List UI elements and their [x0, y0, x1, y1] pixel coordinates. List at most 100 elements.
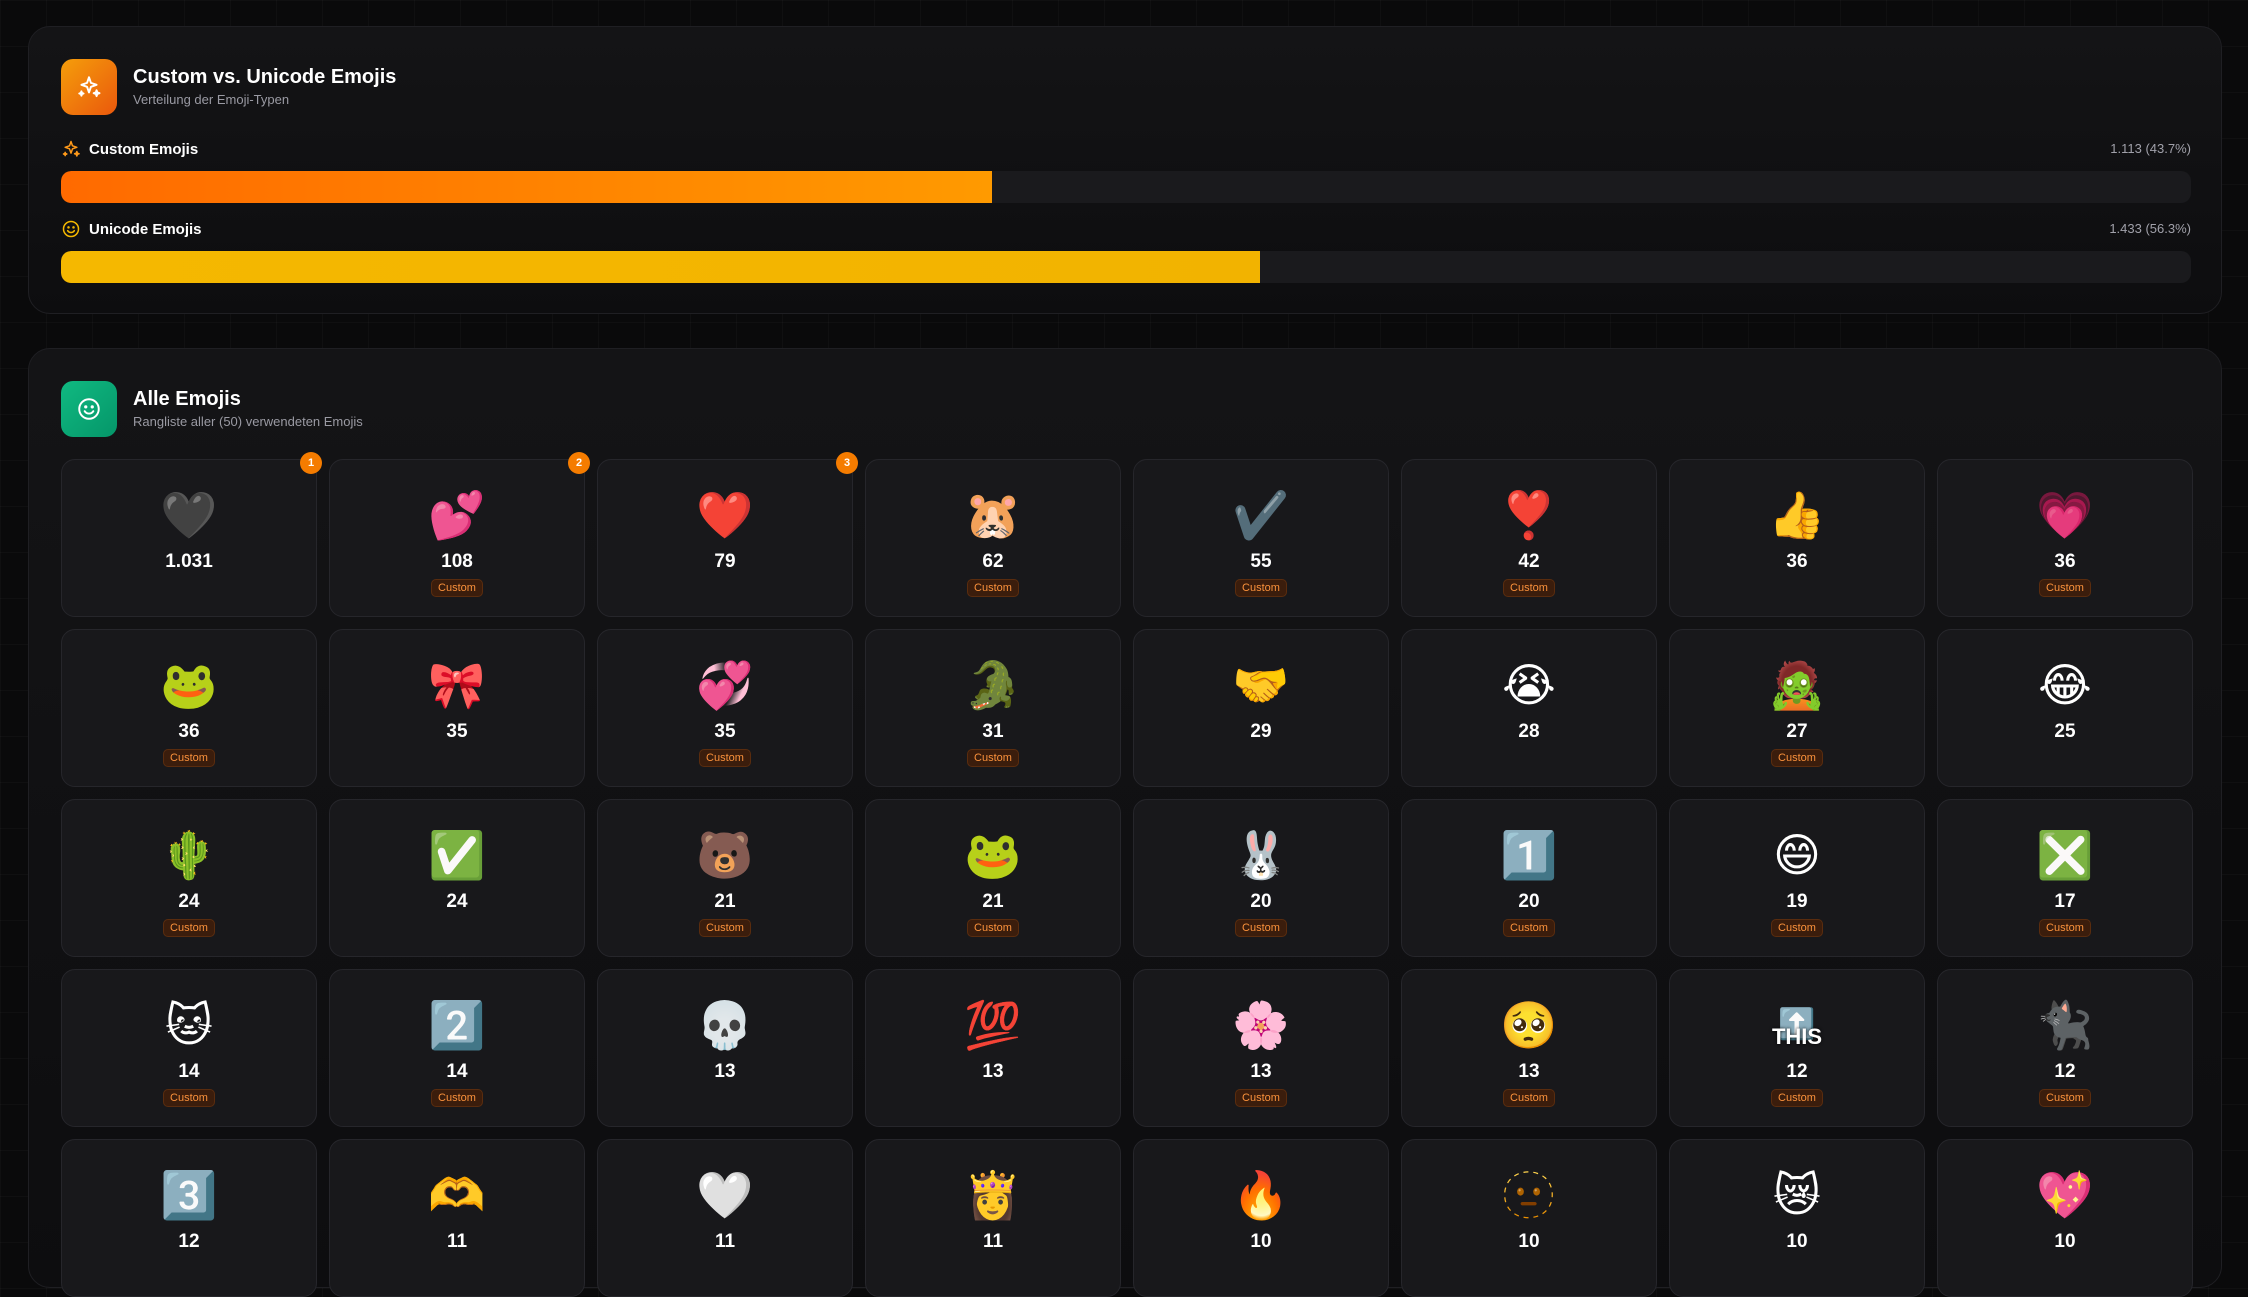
- unicode-emojis-label: Unicode Emojis: [89, 220, 202, 238]
- custom-badge: Custom: [1235, 579, 1287, 597]
- custom-emojis-value: 1.113 (43.7%): [2110, 141, 2191, 156]
- emoji-tile[interactable]: 1️⃣ 20 Custom: [1401, 799, 1657, 957]
- emoji-tile[interactable]: ⬆️ 12 Custom THIS: [1669, 969, 1925, 1127]
- emoji-tile[interactable]: 🐱 14 Custom: [61, 969, 317, 1127]
- emoji-tile[interactable]: 🫶 11: [329, 1139, 585, 1297]
- emoji-tile[interactable]: 🤍 11: [597, 1139, 853, 1297]
- sparkles-icon: [62, 140, 80, 157]
- emoji-image: 🤝: [1232, 659, 1290, 711]
- emoji-tile[interactable]: 🫥 10: [1401, 1139, 1657, 1297]
- emoji-image: 💞: [696, 659, 754, 711]
- emoji-tile[interactable]: 2️⃣ 14 Custom: [329, 969, 585, 1127]
- emoji-tile[interactable]: 🧟 27 Custom: [1669, 629, 1925, 787]
- unicode-emojis-bar-fill: [61, 251, 1261, 283]
- emoji-tile[interactable]: ✔️ 55 Custom: [1133, 459, 1389, 617]
- smile-icon: [62, 220, 80, 238]
- emoji-tile[interactable]: 🖤 1.031 1: [61, 452, 322, 617]
- emoji-tile[interactable]: 😿 10: [1669, 1139, 1925, 1297]
- emoji-image: 💗: [2036, 489, 2094, 541]
- emoji-image: 🐈‍⬛: [2036, 999, 2094, 1051]
- unicode-emojis-row: Unicode Emojis 1.433 (56.3%): [61, 219, 2191, 283]
- emoji-count: 12: [2054, 1061, 2076, 1082]
- custom-badge: Custom: [2039, 579, 2091, 597]
- emoji-image: 🐹: [964, 489, 1022, 541]
- emoji-tile[interactable]: 💀 13: [597, 969, 853, 1127]
- emoji-tile[interactable]: ❎ 17 Custom: [1937, 799, 2193, 957]
- emoji-count: 36: [2054, 551, 2076, 572]
- emoji-image: 1️⃣: [1500, 829, 1558, 881]
- custom-badge: Custom: [967, 919, 1019, 937]
- emoji-tile[interactable]: 💯 13: [865, 969, 1121, 1127]
- emoji-image: ✔️: [1232, 489, 1290, 541]
- emoji-count: 12: [1786, 1061, 1808, 1082]
- custom-badge: Custom: [2039, 919, 2091, 937]
- emoji-grid: 🖤 1.031 1 💕 108 Custom 2 ❤️ 79 3 🐹 62 Custom ✔️ 55 Cust…: [61, 452, 2193, 1297]
- emoji-types-subtitle: Verteilung der Emoji-Typen: [133, 92, 290, 107]
- all-emojis-header: Alle Emojis Rangliste aller (50) verwend…: [61, 381, 363, 437]
- smile-icon: [61, 381, 117, 437]
- emoji-tile[interactable]: 🐊 31 Custom: [865, 629, 1121, 787]
- emoji-image: 🎀: [428, 659, 486, 711]
- emoji-tile[interactable]: 🐻 21 Custom: [597, 799, 853, 957]
- emoji-image: 🧟: [1768, 659, 1826, 711]
- emoji-tile[interactable]: 🌸 13 Custom: [1133, 969, 1389, 1127]
- emoji-tile[interactable]: 💗 36 Custom: [1937, 459, 2193, 617]
- emoji-tile[interactable]: 🎀 35: [329, 629, 585, 787]
- emoji-image: 😭: [1502, 659, 1556, 711]
- emoji-tile[interactable]: 😂 25: [1937, 629, 2193, 787]
- emoji-count: 35: [446, 721, 468, 742]
- custom-badge: Custom: [1235, 1089, 1287, 1107]
- emoji-count: 10: [2054, 1231, 2076, 1252]
- emoji-tile[interactable]: 🤝 29: [1133, 629, 1389, 787]
- emoji-tile[interactable]: 🔥 10: [1133, 1139, 1389, 1297]
- rank-badge: 1: [300, 452, 322, 474]
- emoji-count: 13: [982, 1061, 1004, 1082]
- emoji-count: 14: [446, 1061, 468, 1082]
- emoji-image: 🫥: [1500, 1169, 1558, 1221]
- custom-badge: Custom: [2039, 1089, 2091, 1107]
- emoji-count: 31: [982, 721, 1004, 742]
- emoji-tile[interactable]: 😄 19 Custom: [1669, 799, 1925, 957]
- emoji-tile[interactable]: 🌵 24 Custom: [61, 799, 317, 957]
- emoji-count: 10: [1518, 1231, 1540, 1252]
- emoji-tile[interactable]: 🐰 20 Custom: [1133, 799, 1389, 957]
- emoji-count: 21: [982, 891, 1004, 912]
- emoji-tile[interactable]: 💕 108 Custom 2: [329, 452, 590, 617]
- emoji-tile[interactable]: 💖 10: [1937, 1139, 2193, 1297]
- emoji-image: ✅: [428, 829, 486, 881]
- emoji-tile[interactable]: 👍 36: [1669, 459, 1925, 617]
- emoji-tile[interactable]: 🐹 62 Custom: [865, 459, 1121, 617]
- custom-emojis-label: Custom Emojis: [89, 140, 199, 158]
- emoji-tile[interactable]: 💞 35 Custom: [597, 629, 853, 787]
- emoji-image: 🐰: [1232, 829, 1290, 881]
- emoji-image: ❎: [2036, 829, 2094, 881]
- emoji-tile[interactable]: 😭 28: [1401, 629, 1657, 787]
- emoji-tile[interactable]: 🐸 21 Custom: [865, 799, 1121, 957]
- emoji-image: 💕: [428, 489, 486, 541]
- emoji-image: ❣️: [1500, 489, 1558, 541]
- custom-badge: Custom: [967, 579, 1019, 597]
- emoji-image: 2️⃣: [428, 999, 486, 1051]
- emoji-count: 24: [178, 891, 200, 912]
- custom-badge: Custom: [1503, 579, 1555, 597]
- emoji-count: 28: [1518, 721, 1540, 742]
- emoji-count: 14: [178, 1061, 200, 1082]
- emoji-tile[interactable]: ❣️ 42 Custom: [1401, 459, 1657, 617]
- emoji-types-title: Custom vs. Unicode Emojis: [133, 66, 397, 88]
- emoji-tile[interactable]: 🥺 13 Custom: [1401, 969, 1657, 1127]
- emoji-count: 11: [982, 1231, 1004, 1252]
- emoji-image: 🌸: [1232, 999, 1290, 1051]
- emoji-count: 10: [1250, 1231, 1272, 1252]
- emoji-tile[interactable]: ✅ 24: [329, 799, 585, 957]
- emoji-image: 3️⃣: [160, 1169, 218, 1221]
- emoji-tile[interactable]: 🐸 36 Custom: [61, 629, 317, 787]
- custom-badge: Custom: [1771, 1089, 1823, 1107]
- emoji-tile[interactable]: ❤️ 79 3: [597, 452, 858, 617]
- emoji-image: 🐊: [964, 659, 1022, 711]
- custom-badge: Custom: [1235, 919, 1287, 937]
- emoji-tile[interactable]: 3️⃣ 12: [61, 1139, 317, 1297]
- emoji-tile[interactable]: 👸 11: [865, 1139, 1121, 1297]
- emoji-count: 13: [714, 1061, 736, 1082]
- emoji-tile[interactable]: 🐈‍⬛ 12 Custom: [1937, 969, 2193, 1127]
- emoji-count: 13: [1250, 1061, 1272, 1082]
